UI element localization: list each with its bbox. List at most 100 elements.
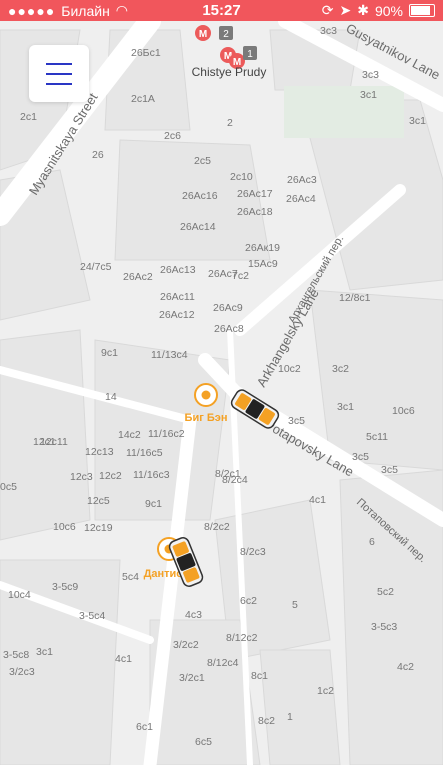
building-number-label: 3с1	[360, 89, 377, 101]
building-number-label: 24/7с5	[80, 261, 112, 273]
building-number-label: 3с5	[288, 415, 305, 427]
building-number-label: 26Ас17	[237, 188, 273, 200]
building-number-label: 5с11	[366, 431, 388, 443]
building-number-label: 26Ак19	[245, 242, 280, 254]
building-number-label: 8с1	[251, 670, 268, 682]
building-number-label: 1	[287, 711, 293, 723]
building-number-label: 12с2	[99, 470, 122, 482]
building-number-label: 12с19	[84, 522, 113, 534]
park-area	[284, 86, 404, 138]
point-label: Дантис	[144, 568, 183, 580]
building-number-label: 26Ас14	[180, 221, 216, 233]
orientation-lock-icon: ⟳	[321, 2, 334, 18]
building-number-label: 3с1	[337, 401, 354, 413]
building-number-label: 14с2	[118, 429, 141, 441]
building-number-label: 3/2с1	[179, 672, 205, 684]
building-number-label: 6с1	[136, 721, 153, 733]
building-number-label: 26Ас13	[160, 264, 196, 276]
building-number-label: 0с5	[0, 481, 17, 493]
building-number-label: 5с2	[377, 586, 394, 598]
building-number-label: 26Ас9	[213, 302, 243, 314]
building-number-label: 12с5	[87, 495, 110, 507]
building-number-label: 4с2	[397, 661, 414, 673]
building-number-label: 3/2с3	[9, 666, 35, 678]
building-number-label: 3-5с3	[371, 621, 397, 633]
bluetooth-icon: ✱	[357, 2, 369, 18]
building-number-label: 26Ас18	[237, 206, 273, 218]
building-number-label: 8/12с2	[226, 632, 258, 644]
status-bar: ●●●●● Билайн ◠ 15:27 ⟳ ➤ ✱ 90%	[0, 0, 443, 21]
building-number-label: 8/2с3	[240, 546, 266, 558]
building-number-label: 26Бс1	[131, 47, 161, 59]
building-number-label: 12с3	[70, 471, 93, 483]
building-number-label: 26	[92, 149, 104, 161]
building-number-label: 3с5	[352, 451, 369, 463]
building-number-label: 10с6	[53, 521, 76, 533]
building-number-label: 3с1	[36, 646, 53, 658]
building-number-label: 12с13	[85, 446, 114, 458]
building-number-label: 3c1	[409, 115, 426, 127]
building-number-label: 26Ас12	[159, 309, 195, 321]
building-number-label: 26Ас4	[286, 193, 316, 205]
building-number-label: 26Ас16	[182, 190, 218, 202]
building-number-label: 2с10	[230, 171, 253, 183]
building-number-label: 4с3	[185, 609, 202, 621]
building-number-label: 3-5с9	[52, 581, 78, 593]
building-number-label: 15Ас9	[248, 258, 278, 270]
building-number-label: 10с4	[8, 589, 31, 601]
battery-label: 90%	[374, 2, 403, 19]
building-number-label: 10с2	[278, 363, 301, 375]
building-number-label: 7с2	[232, 270, 249, 282]
metro-line-number: 1	[247, 49, 253, 60]
building-number-label: 3c3	[320, 25, 337, 37]
location-icon: ➤	[339, 2, 352, 18]
building-number-label: 3с2	[332, 363, 349, 375]
svg-text:M: M	[199, 29, 207, 40]
building-number-label: 8/2с4	[222, 474, 248, 486]
building-number-label: 3с5	[381, 464, 398, 476]
point-label: Биг Бэн	[185, 412, 228, 424]
building-number-label: 8с2	[258, 715, 275, 727]
building-number-label: 6с5	[195, 736, 212, 748]
building-number-label: 3-5с4	[79, 610, 105, 622]
app-screen: ●●●●● Билайн ◠ 15:27 ⟳ ➤ ✱ 90% Myasnitsk…	[0, 0, 443, 765]
building-number-label: 1с2	[317, 685, 334, 697]
building-number-label: 26Ас2	[123, 271, 153, 283]
building-number-label: 12/8с1	[339, 292, 371, 304]
metro-station-name: Chistye Prudy	[192, 65, 267, 79]
building-number-label: 5	[292, 599, 298, 611]
building-number-label: 3-5с8	[3, 649, 29, 661]
battery-icon	[409, 4, 435, 17]
building-number-label: 4с1	[115, 653, 132, 665]
building-number-label: 5с4	[122, 571, 139, 583]
building-number-label: 2с6	[164, 130, 181, 142]
building-number-label: 8/2с2	[204, 521, 230, 533]
menu-icon-line	[46, 82, 72, 85]
status-right: ⟳ ➤ ✱ 90%	[322, 2, 435, 19]
building-number-label: 2с1А	[131, 93, 155, 105]
building-number-label: 11/16с3	[133, 469, 170, 481]
building-number-label: 11/13с4	[151, 349, 188, 361]
building-number-label: 10с6	[392, 405, 415, 417]
building-number-label: 3/2с2	[173, 639, 199, 651]
building-number-label: 9с1	[145, 498, 162, 510]
building-number-label: 26Ас3	[287, 174, 317, 186]
building-number-label: 2с1	[20, 111, 37, 123]
building-number-label: 8/12с4	[207, 657, 239, 669]
building-number-label: 12с11	[40, 436, 68, 448]
building-number-label: 4с1	[309, 494, 326, 506]
building-number-label: 6	[369, 536, 375, 548]
building-number-label: 26Ас11	[160, 291, 195, 303]
building-number-label: 2	[227, 117, 233, 129]
menu-icon-line	[46, 72, 72, 75]
building-number-label: 9с1	[101, 347, 118, 359]
building-number-label: 14	[105, 391, 117, 403]
building-number-label: 11/16с2	[148, 428, 185, 440]
metro-line-number: 2	[223, 29, 229, 40]
building-number-label: 6с2	[240, 595, 257, 607]
menu-icon-line	[46, 62, 72, 65]
building-number-label: 26Ас8	[214, 323, 244, 335]
building-number-label: 11/16с5	[126, 447, 163, 459]
menu-button[interactable]	[29, 45, 89, 102]
map[interactable]: Myasnitskaya Street Gusyatnikov Lane Ark…	[0, 21, 443, 765]
